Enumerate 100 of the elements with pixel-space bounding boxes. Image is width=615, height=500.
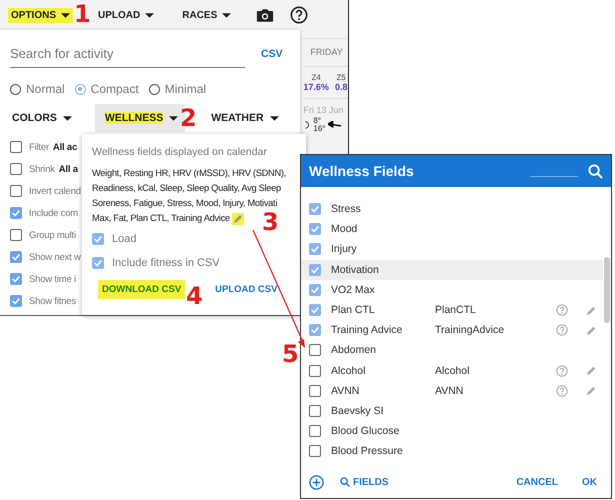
- field-row[interactable]: Plan CTL PlanCTL: [301, 300, 603, 320]
- checkbox[interactable]: [10, 141, 22, 153]
- checkbox[interactable]: [10, 295, 22, 307]
- checkbox[interactable]: [92, 257, 104, 269]
- caret-icon: [61, 12, 70, 18]
- checkbox[interactable]: [309, 223, 321, 236]
- setting-label: Invert calend: [29, 186, 81, 196]
- option-label: Load: [112, 233, 136, 245]
- field-row[interactable]: VO2 Max: [301, 280, 603, 300]
- field-row[interactable]: Mood: [301, 219, 603, 240]
- temperature: 16°: [313, 125, 326, 133]
- ok-button[interactable]: OK: [574, 472, 605, 492]
- csv-link[interactable]: CSV: [261, 48, 283, 60]
- field-code: AVNN: [435, 384, 464, 397]
- checkbox[interactable]: [10, 163, 22, 175]
- pencil-icon[interactable]: [586, 385, 597, 396]
- caret-icon: [270, 116, 279, 120]
- setting-label: Filter: [29, 142, 49, 152]
- layout-radio[interactable]: Normal: [10, 82, 65, 96]
- setting-label: Show fitnes: [29, 296, 76, 306]
- caret-icon: [145, 12, 154, 18]
- field-row[interactable]: Stress: [301, 199, 603, 220]
- checkbox[interactable]: [309, 203, 321, 216]
- field-name: Alcohol: [331, 364, 366, 377]
- tab[interactable]: WEATHER: [201, 104, 286, 132]
- upload-button[interactable]: UPLOAD CSV: [211, 280, 282, 299]
- zone-value: 17.6%: [303, 82, 329, 92]
- menu-button[interactable]: RACES: [179, 8, 234, 22]
- field-name: AVNN: [331, 384, 360, 397]
- field-name: VO2 Max: [331, 284, 376, 296]
- field-name: Stress: [331, 203, 362, 216]
- search-field[interactable]: Search for activity: [10, 40, 245, 68]
- field-name: Mood: [331, 223, 358, 236]
- setting-label: Show next w: [29, 252, 81, 262]
- field-name: Blood Glucose: [331, 425, 400, 438]
- annotation-number: 1: [74, 0, 91, 28]
- layout-radio[interactable]: Minimal: [148, 82, 206, 96]
- add-icon[interactable]: [309, 474, 324, 490]
- date-label: Fri 13 Jun: [303, 104, 344, 117]
- checkbox[interactable]: [10, 273, 22, 285]
- field-row[interactable]: AVNN AVNN: [301, 380, 603, 401]
- day-header: FRIDAY: [303, 39, 348, 67]
- caret-icon: [62, 116, 72, 120]
- camera-icon[interactable]: [256, 8, 274, 22]
- field-row[interactable]: Blood Glucose: [301, 421, 603, 442]
- checkbox[interactable]: [92, 233, 104, 245]
- field-row[interactable]: Baevsky SI: [301, 400, 603, 422]
- temperature: 8°: [313, 117, 322, 125]
- field-name: Training Advice: [331, 324, 404, 336]
- checkbox[interactable]: [309, 384, 321, 397]
- checkbox[interactable]: [309, 264, 321, 276]
- checkbox[interactable]: [10, 207, 22, 219]
- download-button[interactable]: DOWNLOAD CSV: [98, 280, 186, 299]
- checkbox[interactable]: [309, 284, 321, 296]
- checkbox[interactable]: [10, 185, 22, 197]
- field-row[interactable]: Injury: [301, 239, 603, 260]
- help-icon[interactable]: [290, 6, 308, 24]
- checkbox[interactable]: [309, 445, 321, 458]
- setting-label: Show time i: [29, 274, 76, 284]
- arrow-icon: [328, 121, 341, 129]
- checkbox[interactable]: [309, 344, 321, 356]
- field-row[interactable]: Blood Pressure: [301, 441, 603, 462]
- field-name: Injury: [331, 243, 358, 256]
- field-row[interactable]: Training Advice TrainingAdvice: [301, 320, 603, 340]
- zone-value: 0.8: [334, 82, 348, 92]
- field-name: Abdomen: [331, 344, 377, 356]
- field-row[interactable]: Alcohol Alcohol: [301, 360, 603, 381]
- checkbox[interactable]: [309, 243, 321, 256]
- caret-icon: [169, 116, 178, 120]
- dialog-title: Wellness Fields: [309, 163, 415, 179]
- pencil-icon[interactable]: [586, 304, 597, 316]
- zone-label: Z4: [312, 73, 321, 82]
- caret-icon: [222, 12, 232, 18]
- field-row[interactable]: Abdomen: [301, 340, 603, 360]
- checkbox[interactable]: [10, 251, 22, 263]
- search-icon[interactable]: [588, 164, 603, 178]
- field-code: TrainingAdvice: [435, 324, 506, 336]
- zone-label: Z5: [336, 73, 346, 82]
- checkbox[interactable]: [309, 404, 321, 417]
- fields-text: Soreness, Fatigue, Stress, Mood, Injury, Motivati: [92, 197, 278, 210]
- pencil-icon[interactable]: [586, 365, 597, 376]
- checkbox[interactable]: [10, 229, 22, 241]
- cancel-button[interactable]: CANCEL: [508, 472, 566, 492]
- field-name: Motivation: [331, 264, 380, 276]
- annotation-number: 3: [262, 208, 279, 236]
- checkbox[interactable]: [309, 304, 321, 316]
- field-row[interactable]: Motivation: [301, 260, 603, 280]
- field-code: PlanCTL: [435, 304, 477, 316]
- layout-radio[interactable]: Compact: [74, 82, 139, 96]
- field-name: Plan CTL: [331, 304, 376, 316]
- checkbox[interactable]: [309, 425, 321, 438]
- menu-button[interactable]: OPTIONS: [8, 8, 74, 22]
- fields-button[interactable]: FIELDS: [332, 472, 397, 492]
- pencil-icon[interactable]: [232, 212, 244, 224]
- checkbox[interactable]: [309, 364, 321, 377]
- tab[interactable]: COLORS: [2, 104, 79, 132]
- checkbox[interactable]: [309, 324, 321, 336]
- menu-button[interactable]: UPLOAD: [95, 8, 158, 22]
- pencil-icon[interactable]: [586, 324, 597, 336]
- annotation-number: 4: [186, 282, 203, 310]
